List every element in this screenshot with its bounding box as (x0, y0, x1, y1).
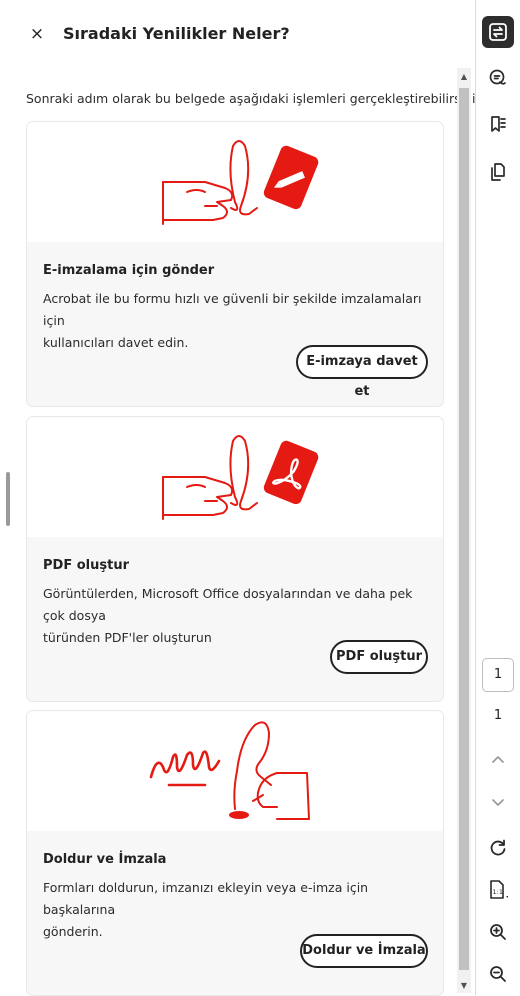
panel-title: Sıradaki Yenilikler Neler? (63, 24, 290, 43)
intro-text: Sonraki adım olarak bu belgede aşağıdaki… (26, 91, 487, 106)
card-description-line2: türünden PDF'ler oluşturun (43, 630, 212, 645)
bookmark-icon[interactable] (482, 108, 514, 140)
svg-text:1:1: 1:1 (493, 888, 503, 896)
invite-esign-button[interactable]: E-imzaya davet et (296, 345, 428, 399)
card-description-line2: kullanıcıları davet edin. (43, 335, 189, 350)
comment-icon[interactable] (482, 62, 514, 94)
whats-next-panel: × Sıradaki Yenilikler Neler? Sonraki adı… (0, 0, 486, 996)
card-description-line1: Görüntülerden, Microsoft Office dosyalar… (43, 586, 413, 623)
panel-header: × Sıradaki Yenilikler Neler? (0, 0, 476, 64)
chevron-up-icon[interactable] (482, 744, 514, 776)
hand-acrobat-pdf-icon (27, 417, 443, 537)
zoom-out-icon[interactable] (482, 958, 514, 990)
chevron-down-icon[interactable] (482, 786, 514, 818)
actual-size-icon[interactable]: 1:1 (482, 874, 514, 906)
card-title: Doldur ve İmzala (43, 852, 167, 867)
close-button[interactable]: × (28, 22, 46, 46)
page-total: 1 (493, 708, 503, 723)
card-description-line1: Formları doldurun, imzanızı ekleyin veya… (43, 880, 369, 917)
panel-scrollbar[interactable]: ▲ ▼ (457, 68, 471, 993)
card-title: PDF oluştur (43, 558, 129, 573)
scroll-up-arrow-icon[interactable]: ▲ (457, 70, 471, 84)
copy-pages-icon[interactable] (482, 156, 514, 188)
hand-signature-icon (27, 711, 443, 831)
card-send-for-esign: E-imzalama için gönder Acrobat ile bu fo… (26, 121, 444, 407)
create-pdf-button[interactable]: PDF oluştur (330, 640, 428, 674)
card-create-pdf: PDF oluştur Görüntülerden, Microsoft Off… (26, 416, 444, 702)
fill-and-sign-button[interactable]: Doldur ve İmzala (300, 934, 428, 968)
scrollbar-thumb[interactable] (459, 88, 469, 970)
card-description-line2: gönderin. (43, 924, 103, 939)
convert-icon[interactable] (482, 16, 514, 48)
panel-resize-handle[interactable] (6, 472, 10, 526)
scroll-down-arrow-icon[interactable]: ▼ (457, 979, 471, 993)
right-toolbar: 1 1 1:1 (476, 0, 520, 995)
card-fill-and-sign: Doldur ve İmzala Formları doldurun, imza… (26, 710, 444, 996)
zoom-in-icon[interactable] (482, 916, 514, 948)
card-title: E-imzalama için gönder (43, 263, 215, 278)
page-number-input[interactable]: 1 (482, 658, 514, 692)
hand-pen-sign-icon (27, 122, 443, 242)
refresh-icon[interactable] (482, 832, 514, 864)
card-description-line1: Acrobat ile bu formu hızlı ve güvenli bi… (43, 291, 422, 328)
